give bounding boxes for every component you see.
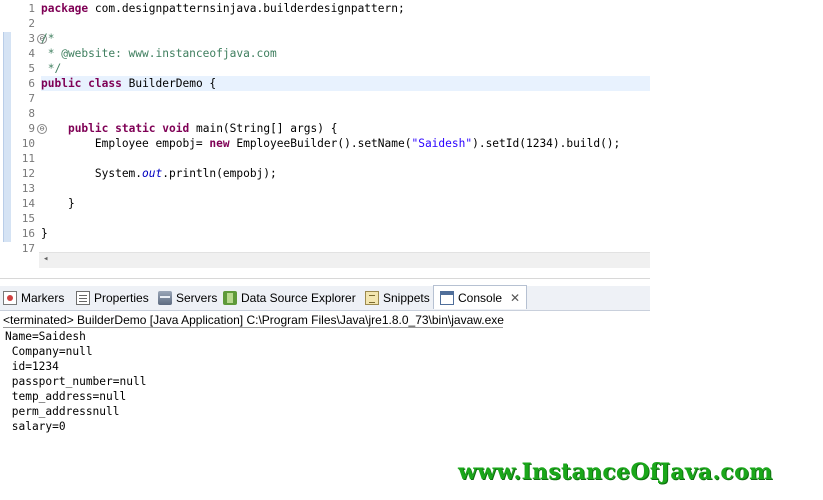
console-output[interactable]: Name=Saidesh Company=null id=1234 passpo… bbox=[5, 329, 146, 434]
overview-ruler bbox=[0, 0, 13, 268]
code-token: /* bbox=[41, 32, 55, 45]
views-tab-bar: Markers Properties Servers Data Source Expl… bbox=[0, 285, 650, 311]
line-number: 8 bbox=[28, 107, 35, 120]
line-number: 5 bbox=[28, 62, 35, 75]
line-number: 14 bbox=[21, 197, 35, 210]
code-line[interactable]: package com.designpatternsinjava.builder… bbox=[41, 1, 650, 16]
line-number: 13 bbox=[21, 182, 35, 195]
tab-servers[interactable]: Servers bbox=[158, 286, 217, 310]
code-token: } bbox=[41, 197, 75, 210]
console-icon bbox=[440, 290, 454, 305]
code-line[interactable]: * @website: www.instanceofjava.com bbox=[41, 46, 650, 61]
horizontal-scrollbar[interactable]: ◂ bbox=[39, 252, 650, 268]
line-number: 1 bbox=[28, 2, 35, 15]
code-token: BuilderDemo { bbox=[121, 77, 217, 90]
line-number: 3 ⊖ bbox=[13, 31, 47, 46]
watermark-text: www.InstanceOfJava.com bbox=[458, 459, 773, 485]
code-editor[interactable]: 1 2 3 ⊖ 4 5 6 7 8 9 ⊖ 10 11 12 13 14 15 16 17 package com.… bbox=[0, 0, 650, 268]
code-token: new bbox=[209, 137, 230, 150]
code-token: main(String[] args) { bbox=[189, 122, 338, 135]
console-line: passport_number=null bbox=[5, 375, 147, 388]
tab-label: Console bbox=[458, 290, 503, 305]
tab-label: Properties bbox=[94, 291, 149, 305]
console-line: salary=0 bbox=[5, 420, 66, 433]
code-token: public bbox=[41, 77, 82, 90]
code-token: .println(empobj); bbox=[162, 167, 277, 180]
ruler-marker bbox=[3, 32, 11, 242]
code-line[interactable] bbox=[41, 151, 650, 166]
code-line[interactable]: } bbox=[41, 196, 650, 211]
code-line[interactable]: System.out.println(empobj); bbox=[41, 166, 650, 181]
servers-icon bbox=[158, 291, 172, 305]
code-line[interactable] bbox=[41, 91, 650, 106]
console-process-header: <terminated> BuilderDemo [Java Applicati… bbox=[3, 313, 504, 328]
code-line[interactable] bbox=[41, 211, 650, 226]
line-number: 11 bbox=[21, 152, 35, 165]
markers-icon bbox=[3, 291, 17, 305]
code-line[interactable]: public class BuilderDemo { bbox=[41, 76, 650, 91]
line-number: 17 bbox=[21, 242, 35, 255]
line-number: 12 bbox=[21, 167, 35, 180]
line-number: 9 ⊖ bbox=[13, 121, 47, 136]
tab-snippets[interactable]: Snippets bbox=[365, 286, 430, 310]
code-token: void bbox=[162, 122, 190, 135]
properties-icon bbox=[76, 291, 90, 305]
tab-properties[interactable]: Properties bbox=[76, 286, 149, 310]
console-line: temp_address=null bbox=[5, 390, 127, 403]
line-number: 6 bbox=[28, 77, 35, 90]
console-line: Name=Saidesh bbox=[5, 330, 86, 343]
line-number: 10 bbox=[21, 137, 35, 150]
editor-bottom-border bbox=[0, 268, 650, 279]
line-number: 4 bbox=[28, 47, 35, 60]
code-token: ).setId(1234).build(); bbox=[472, 137, 621, 150]
code-token: public bbox=[67, 122, 109, 135]
code-token: class bbox=[88, 77, 122, 90]
console-line: Company=null bbox=[5, 345, 93, 358]
tab-label: Markers bbox=[21, 291, 65, 305]
tab-label: Snippets bbox=[383, 291, 430, 305]
scroll-left-icon[interactable]: ◂ bbox=[43, 254, 48, 264]
data-source-explorer-icon bbox=[223, 291, 237, 305]
code-token: */ bbox=[41, 62, 62, 75]
snippets-icon bbox=[365, 291, 379, 305]
code-line[interactable]: /* bbox=[41, 31, 650, 46]
code-token: com.designpatternsinjava.builderdesignpa… bbox=[88, 2, 405, 15]
code-line[interactable]: public static void main(String[] args) { bbox=[41, 121, 650, 136]
line-number-gutter: 1 2 3 ⊖ 4 5 6 7 8 9 ⊖ 10 11 12 13 14 15 16 17 bbox=[13, 1, 47, 256]
line-number: 7 bbox=[28, 92, 35, 105]
code-token: System. bbox=[41, 167, 143, 180]
code-line[interactable] bbox=[41, 16, 650, 31]
tab-markers[interactable]: Markers bbox=[3, 286, 64, 310]
tab-console[interactable]: Console ✕ bbox=[433, 285, 528, 309]
code-area[interactable]: package com.designpatternsinjava.builder… bbox=[41, 1, 650, 256]
code-token: EmployeeBuilder().setName( bbox=[229, 137, 412, 150]
code-token: Employee empobj= bbox=[41, 137, 210, 150]
code-token: out bbox=[142, 167, 163, 180]
code-line[interactable]: } bbox=[41, 226, 650, 241]
line-number: 16 bbox=[21, 227, 35, 240]
code-token: } bbox=[41, 227, 48, 240]
code-line[interactable] bbox=[41, 181, 650, 196]
code-token: static bbox=[115, 122, 156, 135]
tab-data-source-explorer[interactable]: Data Source Explorer bbox=[223, 286, 356, 310]
close-icon[interactable]: ✕ bbox=[510, 291, 520, 305]
console-line: perm_addressnull bbox=[5, 405, 120, 418]
code-line[interactable]: */ bbox=[41, 61, 650, 76]
console-line: id=1234 bbox=[5, 360, 59, 373]
line-number: 2 bbox=[28, 17, 35, 30]
code-token: package bbox=[41, 2, 89, 15]
tab-label: Servers bbox=[176, 291, 218, 305]
line-number: 15 bbox=[21, 212, 35, 225]
code-line[interactable] bbox=[41, 106, 650, 121]
code-token: "Saidesh" bbox=[411, 137, 473, 150]
code-line[interactable]: Employee empobj= new EmployeeBuilder().s… bbox=[41, 136, 650, 151]
tab-label: Data Source Explorer bbox=[241, 291, 356, 305]
code-token: * @website: www.instanceofjava.com bbox=[41, 47, 277, 60]
